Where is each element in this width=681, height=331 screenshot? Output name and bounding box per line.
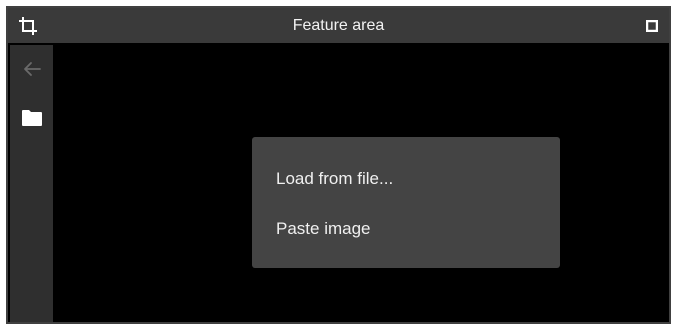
menu-item-load-from-file[interactable]: Load from file...: [252, 157, 560, 201]
folder-icon: [21, 109, 43, 132]
context-menu: Load from file... Paste image: [252, 137, 560, 268]
open-folder-button[interactable]: [10, 100, 53, 140]
back-button[interactable]: [10, 51, 53, 91]
window-title: Feature area: [292, 17, 385, 34]
title-bar: Feature area: [8, 8, 669, 43]
sidebar: [10, 45, 53, 322]
back-arrow-icon: [22, 59, 42, 84]
menu-item-paste-image[interactable]: Paste image: [252, 207, 560, 251]
feature-area-window: Feature area Load from file... Paste ima…: [6, 6, 671, 324]
maximize-icon[interactable]: [645, 19, 659, 33]
